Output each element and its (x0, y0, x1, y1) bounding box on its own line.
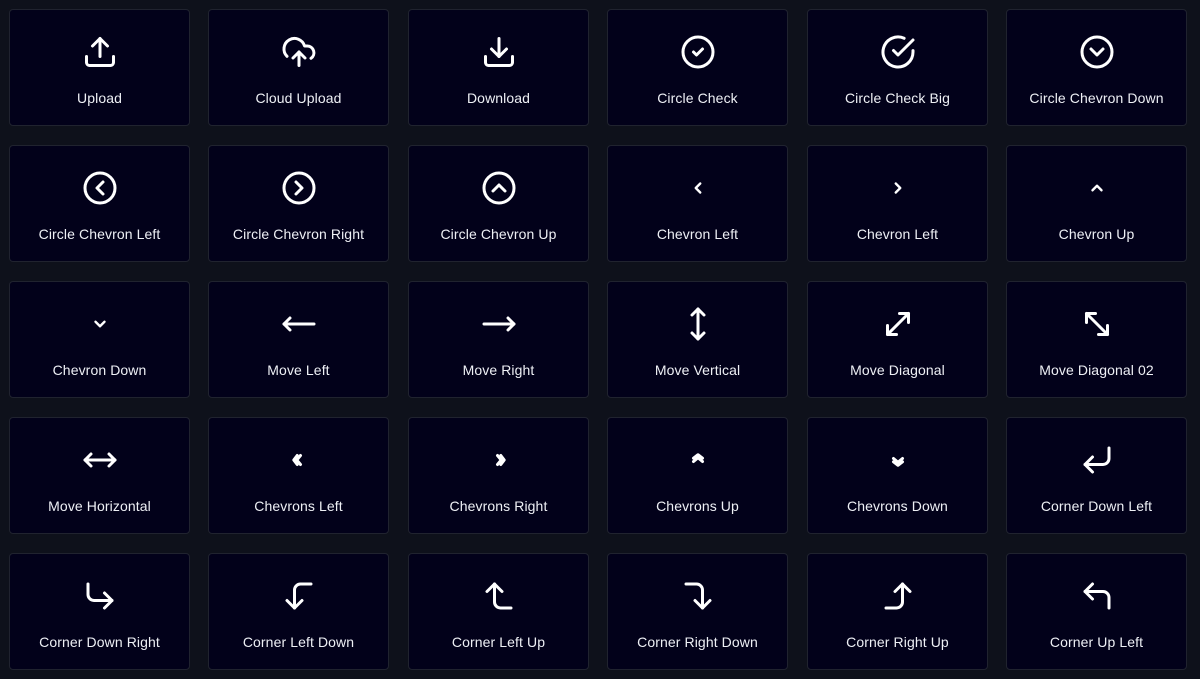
icon-tile-chevrons-left[interactable]: Chevrons Left (208, 417, 389, 534)
icon-tile-circle-chevron-up[interactable]: Circle Chevron Up (408, 145, 589, 262)
chevron-up-icon (1079, 170, 1115, 206)
icon-label: Move Right (462, 362, 535, 378)
icon-label: Circle Check Big (844, 90, 951, 106)
corner-left-down-icon (281, 578, 317, 614)
icon-tile-move-diagonal[interactable]: Move Diagonal (807, 281, 988, 398)
icon-tile-chevron-right[interactable]: Chevron Left (807, 145, 988, 262)
icon-tile-chevrons-up[interactable]: Chevrons Up (607, 417, 788, 534)
icon-label: Download (466, 90, 531, 106)
icon-tile-corner-right-up[interactable]: Corner Right Up (807, 553, 988, 670)
chevrons-up-icon (680, 442, 716, 478)
icon-label: Corner Down Right (39, 634, 160, 650)
icon-label: Corner Left Down (242, 634, 355, 650)
chevron-down-icon (82, 306, 118, 342)
circle-check-icon (680, 34, 716, 70)
icon-tile-circle-chevron-down[interactable]: Circle Chevron Down (1006, 9, 1187, 126)
icon-label: Move Horizontal (48, 498, 151, 514)
move-right-icon (481, 306, 517, 342)
circle-chevron-right-icon (281, 170, 317, 206)
icon-label: Chevron Left (656, 226, 739, 242)
icon-label: Corner Up Left (1049, 634, 1144, 650)
chevrons-right-icon (481, 442, 517, 478)
icon-label: Corner Right Up (846, 634, 949, 650)
upload-icon (82, 34, 118, 70)
icon-tile-chevrons-down[interactable]: Chevrons Down (807, 417, 988, 534)
icon-tile-download[interactable]: Download (408, 9, 589, 126)
icon-tile-move-left[interactable]: Move Left (208, 281, 389, 398)
move-left-icon (281, 306, 317, 342)
move-vertical-icon (680, 306, 716, 342)
icon-label: Chevrons Left (254, 498, 343, 514)
icon-label: Cloud Upload (255, 90, 342, 106)
corner-left-up-icon (481, 578, 517, 614)
corner-right-up-icon (880, 578, 916, 614)
icon-tile-chevrons-right[interactable]: Chevrons Right (408, 417, 589, 534)
icon-label: Chevrons Down (847, 498, 948, 514)
icon-tile-move-horizontal[interactable]: Move Horizontal (9, 417, 190, 534)
icon-tile-chevron-up[interactable]: Chevron Up (1006, 145, 1187, 262)
icon-tile-circle-chevron-right[interactable]: Circle Chevron Right (208, 145, 389, 262)
icon-label: Chevron Left (856, 226, 939, 242)
icon-label: Corner Down Left (1040, 498, 1153, 514)
icon-label: Move Diagonal 02 (1039, 362, 1154, 378)
icon-label: Corner Right Down (637, 634, 758, 650)
icon-tile-upload[interactable]: Upload (9, 9, 190, 126)
icon-label: Circle Chevron Up (440, 226, 557, 242)
icon-label: Circle Chevron Right (232, 226, 365, 242)
icon-label: Upload (77, 90, 122, 106)
icon-label: Chevrons Right (449, 498, 548, 514)
chevrons-down-icon (880, 442, 916, 478)
icon-tile-chevron-down[interactable]: Chevron Down (9, 281, 190, 398)
corner-down-right-icon (82, 578, 118, 614)
icon-tile-corner-down-left[interactable]: Corner Down Left (1006, 417, 1187, 534)
circle-chevron-up-icon (481, 170, 517, 206)
icon-label: Chevrons Up (656, 498, 739, 514)
icon-tile-circle-check-big[interactable]: Circle Check Big (807, 9, 988, 126)
corner-right-down-icon (680, 578, 716, 614)
icon-label: Move Left (267, 362, 330, 378)
icon-tile-move-right[interactable]: Move Right (408, 281, 589, 398)
icon-tile-corner-left-down[interactable]: Corner Left Down (208, 553, 389, 670)
icon-label: Chevron Down (52, 362, 147, 378)
move-horizontal-icon (82, 442, 118, 478)
chevrons-left-icon (281, 442, 317, 478)
icon-tile-corner-right-down[interactable]: Corner Right Down (607, 553, 788, 670)
icon-label: Move Diagonal (850, 362, 945, 378)
icon-tile-move-vertical[interactable]: Move Vertical (607, 281, 788, 398)
move-diagonal-icon (880, 306, 916, 342)
chevron-left-icon (680, 170, 716, 206)
icon-label: Circle Chevron Down (1029, 90, 1164, 106)
corner-down-left-icon (1079, 442, 1115, 478)
icon-grid: Upload Cloud Upload Download Circle Chec… (0, 0, 1200, 679)
icon-tile-move-diagonal-02[interactable]: Move Diagonal 02 (1006, 281, 1187, 398)
download-icon (481, 34, 517, 70)
icon-tile-circle-check[interactable]: Circle Check (607, 9, 788, 126)
circle-chevron-down-icon (1079, 34, 1115, 70)
icon-tile-cloud-upload[interactable]: Cloud Upload (208, 9, 389, 126)
icon-tile-corner-down-right[interactable]: Corner Down Right (9, 553, 190, 670)
icon-tile-chevron-left[interactable]: Chevron Left (607, 145, 788, 262)
icon-label: Chevron Up (1058, 226, 1135, 242)
circle-check-big-icon (880, 34, 916, 70)
chevron-right-icon (880, 170, 916, 206)
icon-label: Corner Left Up (451, 634, 546, 650)
icon-label: Circle Chevron Left (38, 226, 161, 242)
icon-tile-circle-chevron-left[interactable]: Circle Chevron Left (9, 145, 190, 262)
cloud-upload-icon (281, 34, 317, 70)
circle-chevron-left-icon (82, 170, 118, 206)
icon-tile-corner-up-left[interactable]: Corner Up Left (1006, 553, 1187, 670)
icon-label: Move Vertical (654, 362, 741, 378)
icon-label: Circle Check (657, 90, 738, 106)
move-diagonal-02-icon (1079, 306, 1115, 342)
icon-tile-corner-left-up[interactable]: Corner Left Up (408, 553, 589, 670)
corner-up-left-icon (1079, 578, 1115, 614)
